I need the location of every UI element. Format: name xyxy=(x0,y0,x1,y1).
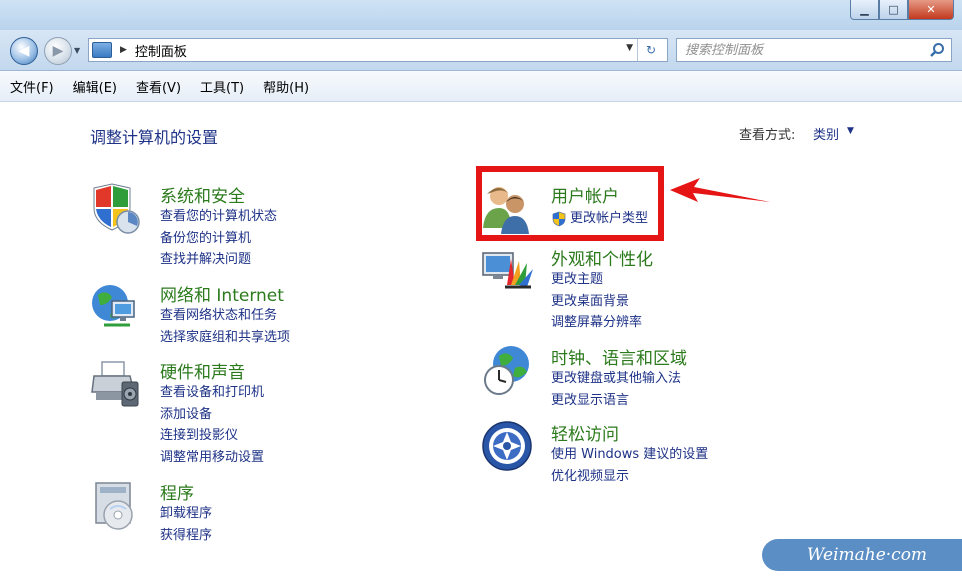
network-globe-icon[interactable] xyxy=(90,281,142,333)
monitor-palette-icon[interactable] xyxy=(481,245,533,297)
view-by-chevron-down-icon[interactable]: ▼ xyxy=(847,126,854,136)
clock-globe-icon[interactable] xyxy=(481,344,533,396)
recent-pages-chevron-icon[interactable]: ▼ xyxy=(74,46,80,55)
search-box[interactable] xyxy=(676,38,952,62)
link-adjust-resolution[interactable]: 调整屏幕分辨率 xyxy=(551,312,642,334)
link-change-display-language[interactable]: 更改显示语言 xyxy=(551,390,681,412)
link-optimize-display[interactable]: 优化视频显示 xyxy=(551,466,708,488)
link-backup-computer[interactable]: 备份您的计算机 xyxy=(160,228,277,250)
search-input[interactable] xyxy=(683,41,927,59)
category-links: 更改键盘或其他输入法 更改显示语言 xyxy=(551,368,681,411)
link-devices-printers[interactable]: 查看设备和打印机 xyxy=(160,382,264,404)
close-button[interactable]: ✕ xyxy=(908,0,954,20)
link-change-keyboard[interactable]: 更改键盘或其他输入法 xyxy=(551,368,681,390)
link-change-theme[interactable]: 更改主题 xyxy=(551,269,642,291)
link-add-device[interactable]: 添加设备 xyxy=(160,404,264,426)
category-links: 查看您的计算机状态 备份您的计算机 查找并解决问题 xyxy=(160,206,277,271)
forward-arrow-icon: ▶ xyxy=(52,43,64,59)
menu-tools[interactable]: 工具(T) xyxy=(190,77,253,96)
category-title[interactable]: 系统和安全 xyxy=(160,182,245,207)
category-links: 查看网络状态和任务 选择家庭组和共享选项 xyxy=(160,305,290,348)
menu-edit[interactable]: 编辑(E) xyxy=(63,77,126,96)
control-panel-content: 调整计算机的设置 查看方式: 类别 ▼ 系统和安全 查看您的计算机状态 备份您的… xyxy=(0,102,962,587)
link-network-status[interactable]: 查看网络状态和任务 xyxy=(160,305,290,327)
link-troubleshoot[interactable]: 查找并解决问题 xyxy=(160,249,277,271)
category-links: 更改主题 更改桌面背景 调整屏幕分辨率 xyxy=(551,269,642,334)
address-dropdown-icon[interactable]: ▼ xyxy=(626,43,633,53)
maximize-button[interactable]: □ xyxy=(879,0,908,20)
address-toolbar: ◀ ▶ ▼ ▶ 控制面板 ▼ ↻ xyxy=(0,30,962,71)
link-change-desktop-background[interactable]: 更改桌面背景 xyxy=(551,291,642,313)
link-homegroup-sharing[interactable]: 选择家庭组和共享选项 xyxy=(160,327,290,349)
link-windows-recommended[interactable]: 使用 Windows 建议的设置 xyxy=(551,444,708,466)
annotation-arrow-icon xyxy=(670,178,770,202)
highlight-box xyxy=(476,166,664,241)
link-get-programs[interactable]: 获得程序 xyxy=(160,525,212,547)
programs-disc-icon[interactable] xyxy=(90,479,142,531)
link-view-computer-status[interactable]: 查看您的计算机状态 xyxy=(160,206,277,228)
control-panel-icon xyxy=(92,42,112,58)
watermark: Weimahe·com xyxy=(762,539,962,571)
printer-icon[interactable] xyxy=(90,358,142,410)
view-by-dropdown[interactable]: 类别 xyxy=(813,124,839,143)
view-by-label: 查看方式: xyxy=(739,128,796,143)
menu-file[interactable]: 文件(F) xyxy=(0,77,63,96)
menu-view[interactable]: 查看(V) xyxy=(126,77,190,96)
category-title[interactable]: 硬件和声音 xyxy=(160,358,245,383)
category-title[interactable]: 网络和 Internet xyxy=(160,281,284,306)
link-connect-projector[interactable]: 连接到投影仪 xyxy=(160,425,264,447)
page-title: 调整计算机的设置 xyxy=(90,128,219,147)
menu-bar: 文件(F) 编辑(E) 查看(V) 工具(T) 帮助(H) xyxy=(0,71,962,102)
refresh-button[interactable]: ↻ xyxy=(637,39,664,61)
minimize-button[interactable]: ▁ xyxy=(850,0,879,20)
back-arrow-icon: ◀ xyxy=(18,43,30,59)
shield-icon[interactable] xyxy=(90,182,142,234)
link-uninstall-program[interactable]: 卸载程序 xyxy=(160,503,212,525)
category-title[interactable]: 外观和个性化 xyxy=(551,245,653,270)
ease-of-access-icon[interactable] xyxy=(481,420,533,472)
category-links: 使用 Windows 建议的设置 优化视频显示 xyxy=(551,444,708,487)
window-controls: ▁ □ ✕ xyxy=(850,0,954,20)
back-button[interactable]: ◀ xyxy=(10,37,38,65)
breadcrumb-arrow-icon[interactable]: ▶ xyxy=(120,45,127,55)
search-icon[interactable] xyxy=(929,42,945,58)
category-title[interactable]: 程序 xyxy=(160,479,194,504)
category-title[interactable]: 时钟、语言和区域 xyxy=(551,344,687,369)
address-box[interactable]: ▶ 控制面板 ▼ ↻ xyxy=(88,38,668,62)
category-links: 卸载程序 获得程序 xyxy=(160,503,212,546)
link-mobility-settings[interactable]: 调整常用移动设置 xyxy=(160,447,264,469)
menu-help[interactable]: 帮助(H) xyxy=(253,77,318,96)
category-links: 查看设备和打印机 添加设备 连接到投影仪 调整常用移动设置 xyxy=(160,382,264,468)
breadcrumb-control-panel[interactable]: 控制面板 xyxy=(135,41,187,60)
forward-button[interactable]: ▶ xyxy=(44,37,72,65)
title-bar: ▁ □ ✕ xyxy=(0,0,962,30)
category-title[interactable]: 轻松访问 xyxy=(551,420,619,445)
